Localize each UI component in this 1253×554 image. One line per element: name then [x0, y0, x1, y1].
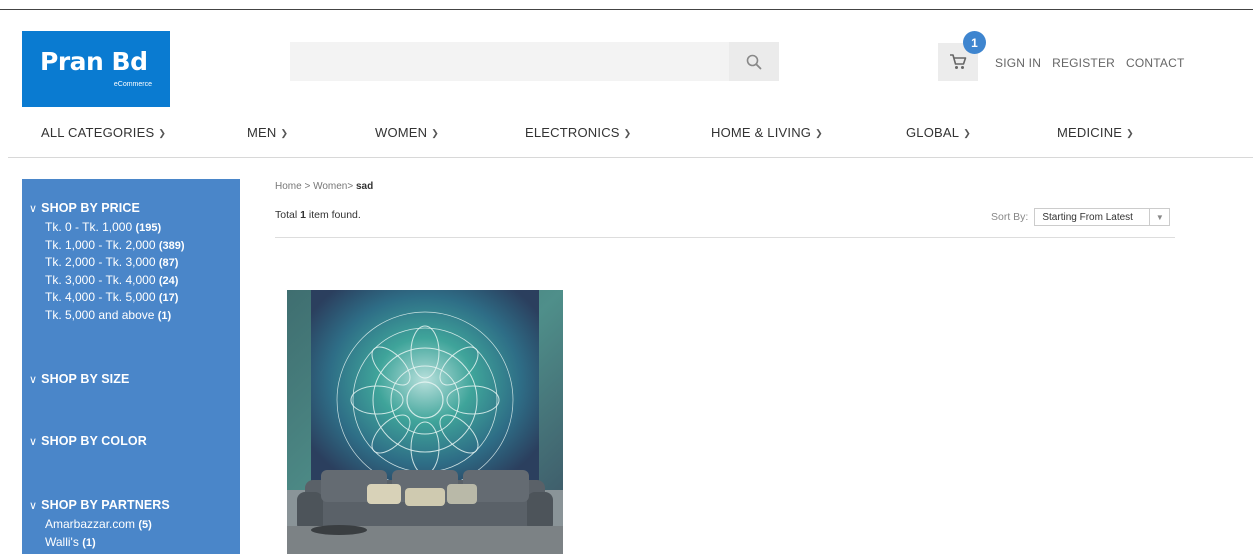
chevron-down-icon: ∨ [29, 499, 38, 512]
cart-count-badge: 1 [963, 31, 986, 54]
chevron-down-icon: ❯ [963, 128, 971, 138]
search-input[interactable] [290, 42, 729, 81]
breadcrumb-separator: > [301, 181, 314, 192]
price-option[interactable]: Tk. 5,000 and above (1) [45, 307, 185, 325]
nav-women[interactable]: WOMEN ❯ [375, 125, 439, 140]
main-nav: ALL CATEGORIES ❯ MEN ❯ WOMEN ❯ ELECTRONICS ❯… [0, 125, 1253, 157]
product-image[interactable] [287, 290, 563, 554]
partner-option[interactable]: Amarbazzar.com (5) [45, 516, 170, 534]
nav-label: MEDICINE [1057, 125, 1123, 140]
filter-title: SHOP BY PRICE [41, 201, 140, 215]
chevron-down-icon: ❯ [1126, 128, 1134, 138]
nav-label: HOME & LIVING [711, 125, 812, 140]
option-count: (87) [158, 257, 179, 269]
sort-value: Starting From Latest [1042, 211, 1133, 223]
results-count: Total 1 item found. [275, 209, 361, 221]
filter-color: ∨ SHOP BY COLOR [29, 434, 147, 448]
chevron-down-icon: ❯ [815, 128, 823, 138]
chevron-down-icon: ❯ [280, 128, 289, 138]
results-prefix: Total [275, 209, 301, 221]
option-count: (17) [158, 292, 179, 304]
filter-price-header[interactable]: ∨ SHOP BY PRICE [29, 201, 185, 215]
search-icon [746, 54, 762, 69]
option-count: (389) [158, 239, 185, 252]
chevron-down-icon: ∨ [29, 202, 38, 215]
nav-global[interactable]: GLOBAL ❯ [906, 125, 971, 140]
nav-label: ELECTRONICS [525, 125, 620, 140]
product-photo [287, 290, 563, 554]
price-option[interactable]: Tk. 1,000 - Tk. 2,000 (389) [45, 237, 185, 255]
sort-label: Sort By: [991, 211, 1029, 223]
filter-size-header[interactable]: ∨ SHOP BY SIZE [29, 372, 129, 386]
option-count: (1) [157, 309, 172, 322]
option-label: Tk. 4,000 - Tk. 5,000 [45, 290, 156, 304]
register-link[interactable]: REGISTER [1052, 56, 1115, 70]
option-label: Tk. 0 - Tk. 1,000 [45, 220, 133, 234]
search-button[interactable] [729, 42, 779, 81]
filter-title: SHOP BY COLOR [41, 434, 147, 448]
option-label: Tk. 5,000 and above [45, 307, 155, 322]
filter-color-header[interactable]: ∨ SHOP BY COLOR [29, 434, 147, 448]
sign-in-link[interactable]: SIGN IN [995, 56, 1041, 70]
price-option[interactable]: Tk. 3,000 - Tk. 4,000 (24) [45, 272, 185, 290]
breadcrumb: Home > Women> sad [275, 181, 373, 192]
nav-label: GLOBAL [906, 125, 960, 140]
results-suffix: item found. [305, 209, 361, 221]
filter-partners-header[interactable]: ∨ SHOP BY PARTNERS [29, 498, 170, 512]
option-label: Tk. 1,000 - Tk. 2,000 [45, 237, 156, 252]
filter-size: ∨ SHOP BY SIZE [29, 372, 129, 386]
chevron-down-icon: ∨ [29, 435, 38, 448]
filter-sidebar: ∨ SHOP BY PRICE Tk. 0 - Tk. 1,000 (195) T… [22, 179, 240, 554]
sort-select[interactable]: Starting From Latest ▼ [1034, 208, 1171, 226]
partner-option[interactable]: Walli's (1) [45, 534, 170, 552]
nav-home-living[interactable]: HOME & LIVING ❯ [711, 125, 823, 140]
option-label: Tk. 2,000 - Tk. 3,000 [45, 255, 156, 269]
breadcrumb-separator: > [347, 181, 356, 192]
chevron-down-icon: ❯ [623, 128, 632, 138]
dropdown-arrow-icon: ▼ [1149, 209, 1169, 225]
breadcrumb-women[interactable]: Women [313, 181, 347, 192]
top-border [0, 9, 1253, 10]
nav-label: MEN [247, 125, 277, 140]
nav-all-categories[interactable]: ALL CATEGORIES ❯ [41, 125, 166, 140]
breadcrumb-current: sad [356, 181, 374, 192]
nav-label: ALL CATEGORIES [41, 125, 155, 140]
option-label: Amarbazzar.com [45, 517, 136, 531]
content-divider [275, 237, 1175, 238]
filter-title: SHOP BY SIZE [41, 372, 130, 386]
option-label: Walli's [45, 534, 79, 549]
filter-title: SHOP BY PARTNERS [41, 498, 170, 512]
account-links: SIGN IN REGISTER CONTACT [995, 56, 1196, 70]
chevron-down-icon: ∨ [29, 373, 38, 386]
logo-text: Pran Bd [40, 47, 148, 76]
search-bar [290, 42, 779, 81]
price-option[interactable]: Tk. 2,000 - Tk. 3,000 (87) [45, 254, 185, 272]
contact-link[interactable]: CONTACT [1126, 56, 1185, 70]
nav-divider [8, 157, 1253, 158]
cart-icon [950, 54, 967, 69]
chevron-down-icon: ❯ [431, 128, 440, 138]
option-count: (1) [82, 536, 96, 549]
price-option[interactable]: Tk. 4,000 - Tk. 5,000 (17) [45, 289, 185, 307]
option-count: (5) [138, 519, 152, 531]
filter-price: ∨ SHOP BY PRICE Tk. 0 - Tk. 1,000 (195) T… [29, 201, 185, 324]
option-count: (24) [158, 274, 179, 287]
site-logo[interactable]: Pran Bd eCommerce [22, 31, 170, 107]
option-label: Tk. 3,000 - Tk. 4,000 [45, 272, 156, 287]
filter-partners: ∨ SHOP BY PARTNERS Amarbazzar.com (5) Wal… [29, 498, 170, 551]
nav-electronics[interactable]: ELECTRONICS ❯ [525, 125, 631, 140]
sort-control: Sort By: Starting From Latest ▼ [991, 208, 1171, 226]
nav-men[interactable]: MEN ❯ [247, 125, 288, 140]
option-count: (195) [135, 222, 162, 234]
logo-subtext: eCommerce [113, 81, 152, 88]
breadcrumb-home[interactable]: Home [275, 181, 302, 192]
chevron-down-icon: ❯ [158, 128, 167, 138]
price-option[interactable]: Tk. 0 - Tk. 1,000 (195) [45, 219, 185, 237]
nav-medicine[interactable]: MEDICINE ❯ [1057, 125, 1134, 140]
nav-label: WOMEN [375, 125, 428, 140]
